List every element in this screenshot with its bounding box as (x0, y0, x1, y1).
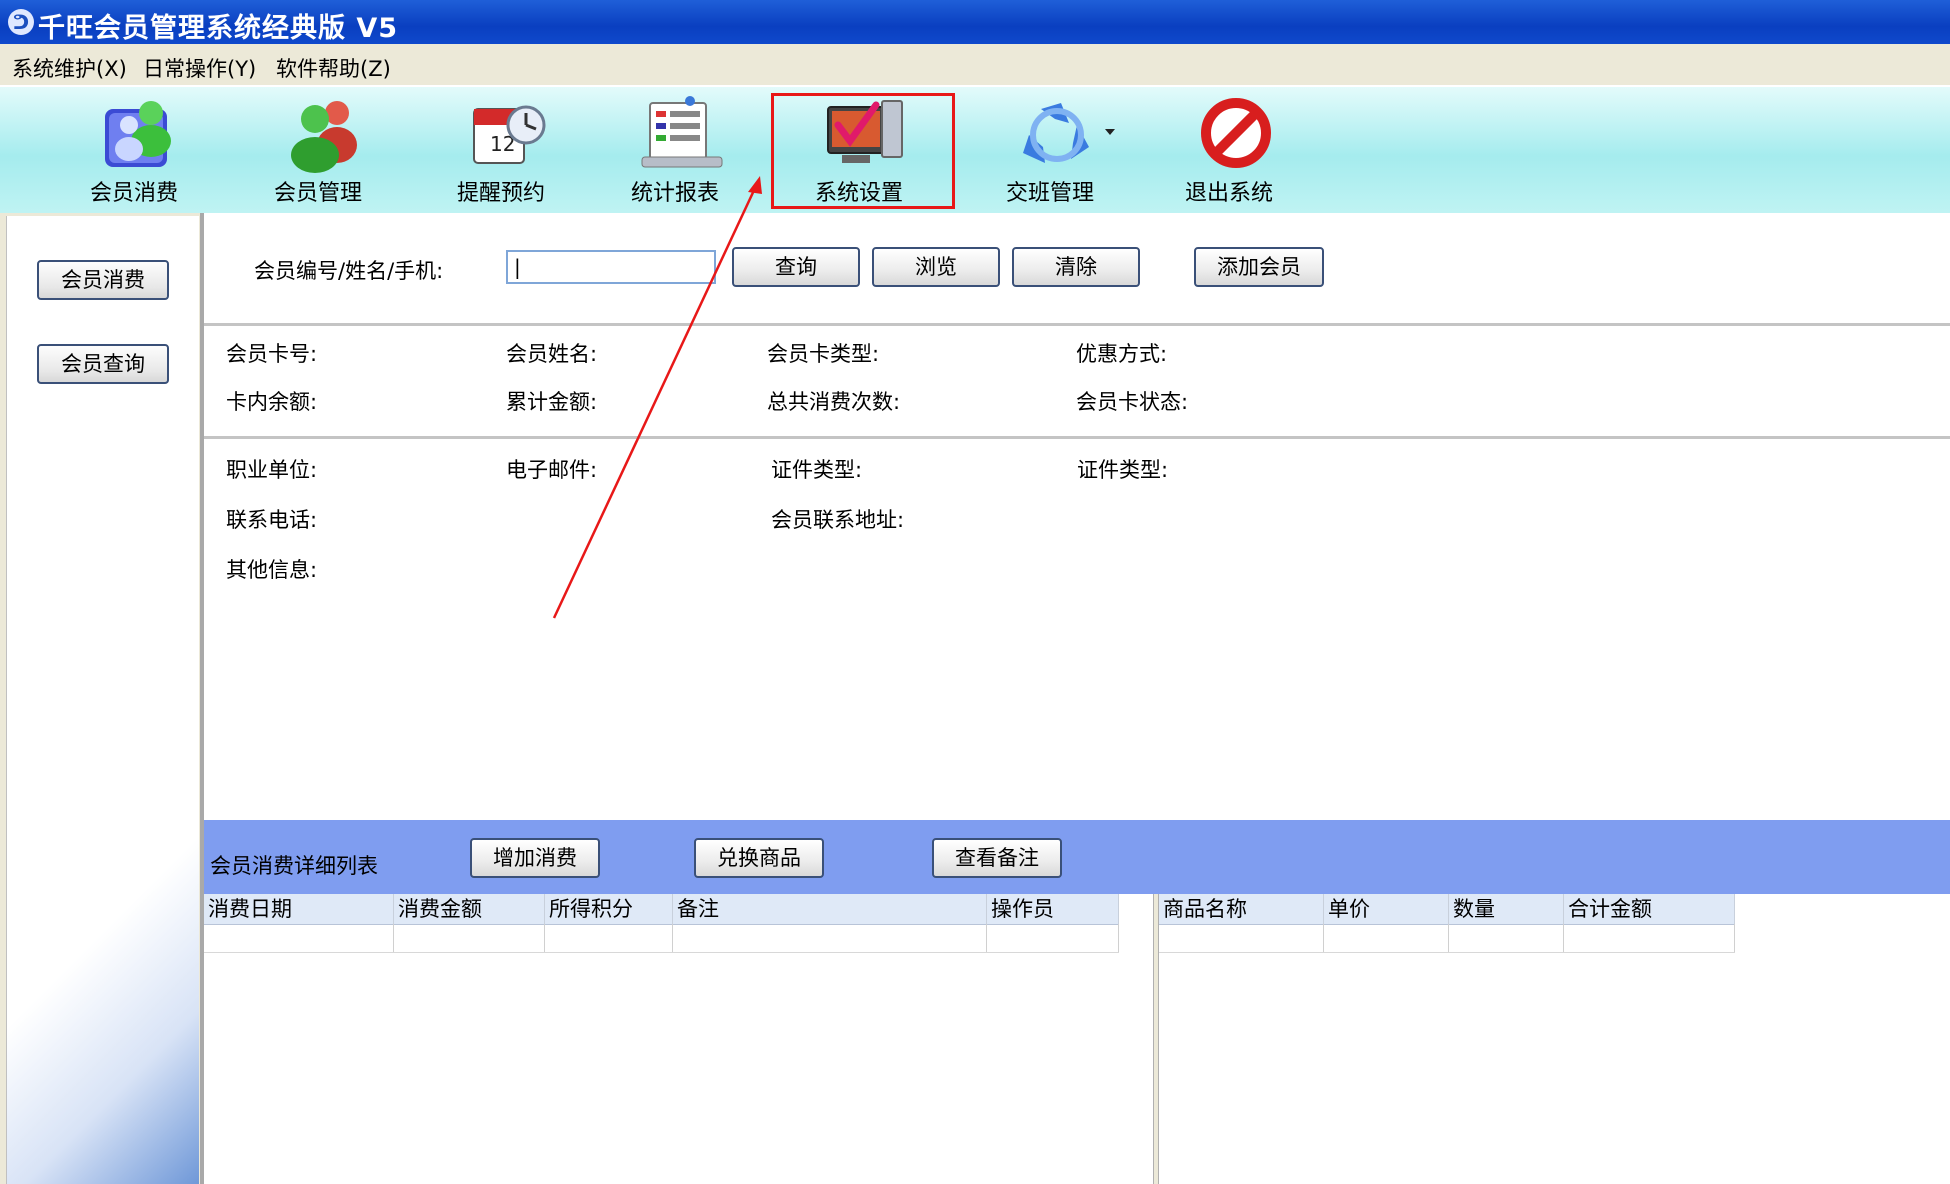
table-cell[interactable] (394, 924, 545, 952)
column-header[interactable]: 单价 (1324, 894, 1449, 924)
table-cell[interactable] (673, 924, 987, 952)
menu-software-help[interactable]: 软件帮助(Z) (276, 53, 391, 83)
report-icon (641, 96, 723, 168)
title-bar: ᕤ 千旺会员管理系统经典版 V5 (0, 0, 1950, 44)
exit-prohibited-icon (1201, 98, 1271, 168)
sidebar-background: 会员消费 会员查询 (6, 216, 199, 1184)
clear-button[interactable]: 清除 (1012, 247, 1140, 287)
id-type-label-2: 证件类型: (1077, 458, 1169, 482)
toolbar-member-consume[interactable]: 会员消费 (69, 89, 199, 207)
phone-label: 联系电话: (226, 508, 318, 532)
column-header[interactable]: 合计金额 (1564, 894, 1735, 924)
dropdown-arrow-icon[interactable] (1105, 129, 1115, 135)
toolbar-shift-manage[interactable]: 交班管理 (985, 89, 1115, 207)
recycle-icon (1023, 103, 1089, 163)
sidebar: 会员消费 会员查询 (0, 213, 200, 1184)
card-status-label: 会员卡状态: (1076, 390, 1189, 414)
total-count-label: 总共消费次数: (767, 390, 901, 414)
toolbar-label: 会员管理 (273, 181, 362, 206)
menu-system-maintenance[interactable]: 系统维护(X) (12, 53, 127, 83)
table-cell[interactable] (1449, 924, 1564, 952)
toolbar-statistics[interactable]: 统计报表 (610, 89, 740, 207)
column-header[interactable]: 操作员 (987, 894, 1119, 924)
search-input[interactable] (506, 250, 716, 284)
toolbar-label: 统计报表 (630, 181, 719, 206)
view-note-button[interactable]: 查看备注 (932, 838, 1062, 878)
discount-label: 优惠方式: (1076, 342, 1168, 366)
detail-list-title: 会员消费详细列表 (210, 854, 378, 878)
toolbar-label: 提醒预约 (456, 181, 545, 206)
add-consume-button[interactable]: 增加消费 (470, 838, 600, 878)
consume-table: 消费日期 消费金额 所得积分 备注 操作员 (204, 894, 1153, 1184)
window-title: 千旺会员管理系统经典版 V5 (38, 13, 399, 44)
table-cell[interactable] (204, 924, 394, 952)
table-row[interactable] (204, 924, 1119, 953)
toolbar-exit[interactable]: 退出系统 (1164, 89, 1294, 207)
search-panel: 会员编号/姓名/手机: 查询 浏览 清除 添加会员 (204, 213, 1950, 323)
sidebar-member-consume-button[interactable]: 会员消费 (37, 260, 169, 300)
browse-button[interactable]: 浏览 (872, 247, 1000, 287)
calendar-clock-icon: 12 (473, 105, 546, 164)
members-manage-icon (291, 101, 357, 173)
company-label: 职业单位: (226, 458, 318, 482)
table-cell[interactable] (1564, 924, 1735, 952)
card-type-label: 会员卡类型: (767, 342, 880, 366)
total-amount-label: 累计金额: (506, 390, 598, 414)
exchange-goods-button[interactable]: 兑换商品 (694, 838, 824, 878)
column-header[interactable]: 所得积分 (545, 894, 673, 924)
table-cell[interactable] (987, 924, 1119, 952)
other-info-label: 其他信息: (226, 558, 318, 582)
id-type-label: 证件类型: (771, 458, 863, 482)
annotation-highlight-box (771, 93, 955, 209)
add-member-button[interactable]: 添加会员 (1194, 247, 1324, 287)
column-header[interactable]: 消费日期 (204, 894, 394, 924)
column-header[interactable]: 备注 (673, 894, 987, 924)
goods-table: 商品名称 单价 数量 合计金额 (1159, 894, 1950, 1184)
menu-bar: 系统维护(X) 日常操作(Y) 软件帮助(Z) (0, 44, 1950, 86)
query-button[interactable]: 查询 (732, 247, 860, 287)
main-toolbar: 会员消费 会员管理 12 提醒预约 统计报表 系统设置 交班管理 退出系统 (0, 85, 1950, 215)
table-cell[interactable] (1159, 924, 1324, 952)
balance-label: 卡内余额: (226, 390, 318, 414)
column-header[interactable]: 消费金额 (394, 894, 545, 924)
menu-daily-operation[interactable]: 日常操作(Y) (143, 53, 256, 83)
detail-list-toolbar: 会员消费详细列表 增加消费 兑换商品 查看备注 (204, 820, 1950, 894)
email-label: 电子邮件: (506, 458, 598, 482)
section-divider (204, 323, 1950, 327)
toolbar-label: 会员消费 (89, 181, 178, 206)
member-name-label: 会员姓名: (506, 342, 598, 366)
address-label: 会员联系地址: (771, 508, 905, 532)
consume-table-header: 消费日期 消费金额 所得积分 备注 操作员 (204, 894, 1119, 925)
search-label: 会员编号/姓名/手机: (254, 259, 444, 283)
toolbar-label: 退出系统 (1184, 181, 1273, 206)
members-consume-icon (105, 101, 171, 167)
table-cell[interactable] (1324, 924, 1449, 952)
table-row[interactable] (1159, 924, 1735, 953)
section-divider (204, 436, 1950, 440)
toolbar-member-manage[interactable]: 会员管理 (253, 89, 383, 207)
table-cell[interactable] (545, 924, 673, 952)
column-header[interactable]: 数量 (1449, 894, 1564, 924)
column-header[interactable]: 商品名称 (1159, 894, 1324, 924)
sidebar-member-query-button[interactable]: 会员查询 (37, 344, 169, 384)
goods-table-header: 商品名称 单价 数量 合计金额 (1159, 894, 1735, 925)
toolbar-label: 交班管理 (1005, 181, 1094, 206)
app-logo-icon: ᕤ (8, 9, 34, 35)
toolbar-reminder[interactable]: 12 提醒预约 (436, 89, 566, 207)
card-no-label: 会员卡号: (226, 342, 318, 366)
